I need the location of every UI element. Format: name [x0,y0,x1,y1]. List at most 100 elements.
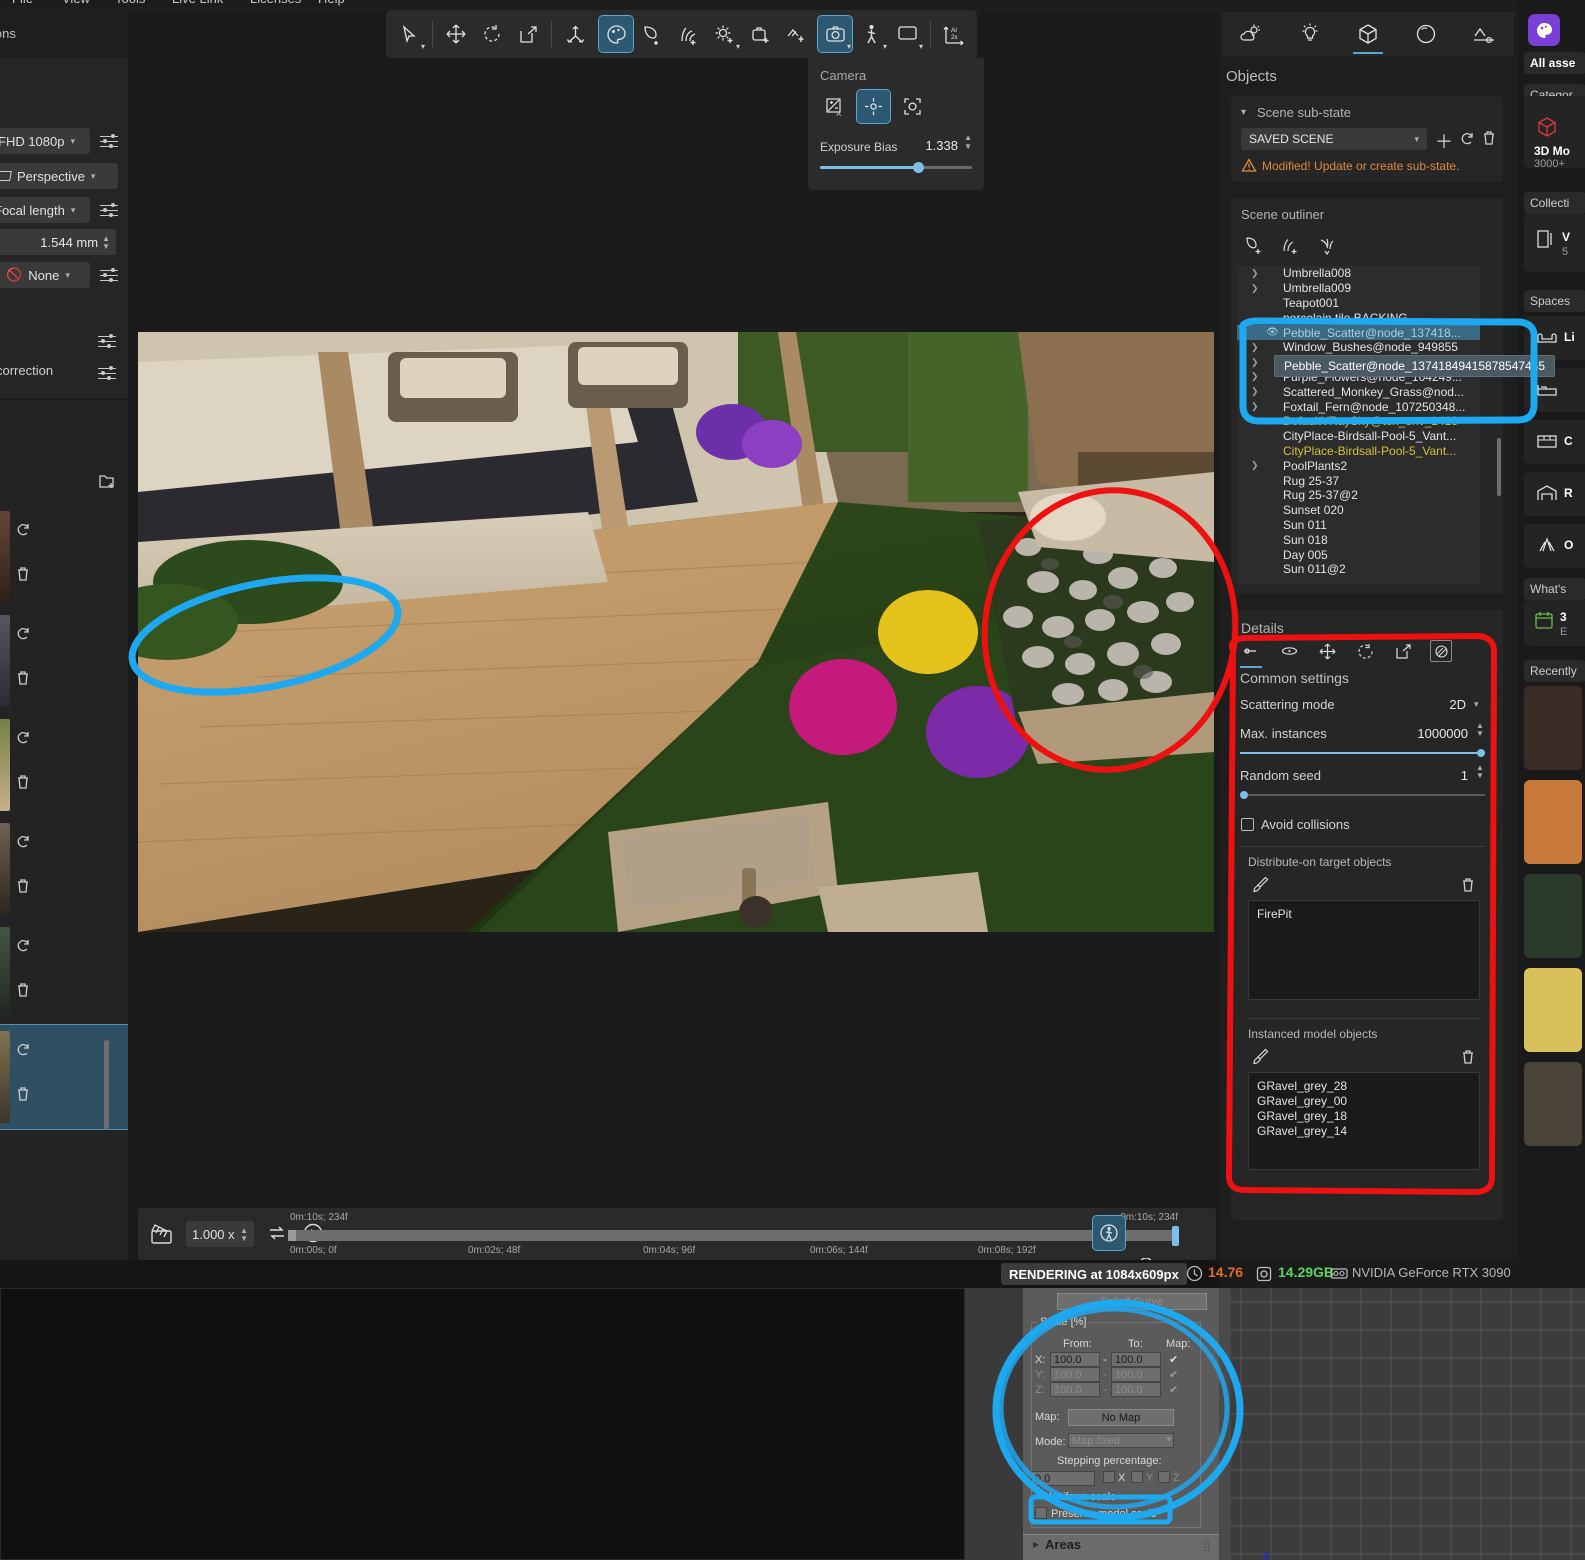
avoid-collisions-checkbox[interactable] [1241,818,1254,831]
preserve-model-scale-checkbox[interactable] [1035,1507,1047,1519]
scene-substate-header[interactable]: ▾ Scene sub-state [1241,105,1351,120]
outliner-row[interactable]: ❯ PoolPlants2 [1237,458,1480,473]
recent-thumb[interactable] [1524,1062,1582,1146]
list-item[interactable]: FirePit [1257,907,1471,922]
eye-icon[interactable]: 👁 [1266,327,1279,338]
chevron-right-icon[interactable]: ❯ [1251,283,1259,294]
scale-tool-button[interactable] [511,16,545,52]
outliner-row[interactable]: Sun 011@2 [1237,562,1480,577]
refresh-button[interactable] [12,519,34,541]
stepper-icon[interactable]: ▲ ▼ [240,1226,248,1242]
chevron-right-icon[interactable]: ❯ [1251,357,1259,368]
ai-upscale-button[interactable]: AI 2x [937,16,971,52]
lens-effect-select[interactable]: 🚫 None ▾ [0,262,90,288]
stepping-percentage-input[interactable]: 0.0 [1031,1471,1095,1486]
tab-materials[interactable] [1403,14,1449,54]
space-item-retail[interactable]: R [1524,472,1585,516]
transform-tab-button[interactable] [1240,640,1262,668]
resolution-select[interactable]: FHD 1080p ▾ [0,128,90,154]
scale-z-to-input[interactable]: 100.0 [1111,1382,1161,1397]
instanced-delete-button[interactable] [1461,1049,1475,1070]
list-item[interactable]: GRavel_grey_18 [1257,1109,1471,1124]
outliner-row[interactable]: ❯ Umbrella008 [1237,266,1480,281]
scale-x-map-check[interactable]: ✔ [1169,1353,1178,1366]
autofocus-button[interactable] [896,90,929,123]
auto-exposure-button[interactable]: A [818,90,851,123]
chevron-right-icon[interactable]: ❯ [1251,401,1259,412]
pattern-tab-button[interactable] [1430,640,1452,662]
list-item[interactable] [0,505,128,609]
scale-y-map-check[interactable]: ✔ [1169,1368,1178,1381]
refresh-substate-button[interactable] [1459,131,1475,152]
max-instances-value[interactable]: 1000000 [1370,726,1468,741]
menu-item-livelink[interactable]: Live Link [172,0,223,6]
random-seed-value[interactable]: 1 [1420,768,1468,783]
add-scatter-button[interactable] [779,16,813,52]
playback-speed-input[interactable]: 1.000 x ▲ ▼ [186,1221,254,1247]
uniform-scale-checkmark[interactable]: ✔ [1035,1490,1044,1503]
add-light-button[interactable]: ▾ [707,16,741,52]
left-list-scrollbar[interactable] [104,1040,109,1130]
menu-item-view[interactable]: View [62,0,90,6]
outliner-row[interactable]: DefaultVRaySky@tex_env_1418 [1237,414,1480,429]
add-plant-button[interactable] [1279,234,1301,256]
map-button[interactable]: No Map [1068,1409,1174,1426]
refresh-button[interactable] [12,727,34,749]
scale-z-map-check[interactable]: ✔ [1169,1383,1178,1396]
stepper-icon[interactable]: ▲ ▼ [102,234,110,250]
delete-button[interactable] [12,875,34,897]
outliner-row[interactable]: ❯ Umbrella009 [1237,281,1480,296]
move-tab-button[interactable] [1316,640,1338,662]
menu-item-licenses[interactable]: Licenses [250,0,301,6]
lens-mode-select[interactable]: Focal length ▾ [0,197,90,223]
shape-tab-button[interactable] [1278,640,1300,662]
category-card-3d-models[interactable]: 3D Mo 3000+ [1524,96,1585,168]
scale-y-from-input[interactable]: 100.0 [1050,1367,1100,1382]
outliner-row[interactable]: porcelain tile BACKING [1237,310,1480,325]
pivot-tool-button[interactable] [558,16,592,52]
focus-target-button[interactable] [856,89,891,124]
asset-logo[interactable] [1528,14,1560,46]
list-item[interactable] [0,609,128,713]
list-item[interactable] [0,713,128,817]
menu-item-tools[interactable]: Tools [115,0,145,6]
areas-rollout[interactable]: ▶ Areas ⣿ [1023,1534,1219,1560]
resolution-settings-button[interactable] [98,130,120,152]
list-item[interactable] [0,817,128,921]
space-item-kitchen[interactable]: C [1524,420,1585,464]
timeline-track[interactable] [288,1230,1176,1241]
timeline-playhead[interactable] [1172,1226,1179,1246]
refresh-button[interactable] [12,623,34,645]
scale-y-to-input[interactable]: 100.0 [1111,1367,1161,1382]
display-mode-button[interactable]: ▾ [890,16,924,52]
outliner-row[interactable]: 👁 Pebble_Scatter@node_137418... [1237,325,1480,340]
delete-button[interactable] [12,1083,34,1105]
focal-length-input[interactable]: 1.544 mm ▲ ▼ [0,229,116,255]
move-tool-button[interactable] [439,16,473,52]
rotate-tool-button[interactable] [475,16,509,52]
scattering-mode-value[interactable]: 2D [1420,697,1466,712]
camera-tool-button[interactable]: ▾ [817,15,853,53]
outliner-row[interactable]: Rug 25-37@2 [1237,488,1480,503]
exposure-bias-stepper[interactable]: ▲ ▼ [964,134,972,151]
max-instances-slider[interactable] [1240,749,1485,757]
add-material-button[interactable] [598,15,634,53]
outliner-row[interactable]: CityPlace-Birdsall-Pool-5_Vant... [1237,429,1480,444]
stepping-z-checkbox[interactable] [1158,1471,1170,1483]
outliner-row[interactable]: ❯ Foxtail_Fern@node_107250348... [1237,399,1480,414]
stepping-x-checkbox[interactable] [1103,1471,1115,1483]
menu-bar[interactable]: File View Tools Live Link Licenses Help [0,0,1585,10]
walk-mode-button[interactable]: ▾ [854,16,888,52]
scale-z-from-input[interactable]: 100.0 [1050,1382,1100,1397]
render-viewport[interactable] [138,332,1214,932]
add-substate-button[interactable]: ＋ [1435,128,1453,154]
outliner-row[interactable]: CityPlace-Birdsall-Pool-5_Vant... [1237,444,1480,459]
scale-x-from-input[interactable]: 100.0 [1050,1352,1100,1367]
list-item[interactable]: GRavel_grey_28 [1257,1079,1471,1094]
chevron-right-icon[interactable]: ❯ [1251,386,1259,397]
chevron-right-icon[interactable]: ❯ [1251,371,1259,382]
lens-settings-button[interactable] [98,199,120,221]
render-animation-button[interactable] [150,1220,174,1251]
collection-card[interactable]: V 5 [1524,214,1585,272]
instanced-models-list[interactable]: GRavel_grey_28 GRavel_grey_00 GRavel_grey_… [1248,1072,1480,1170]
